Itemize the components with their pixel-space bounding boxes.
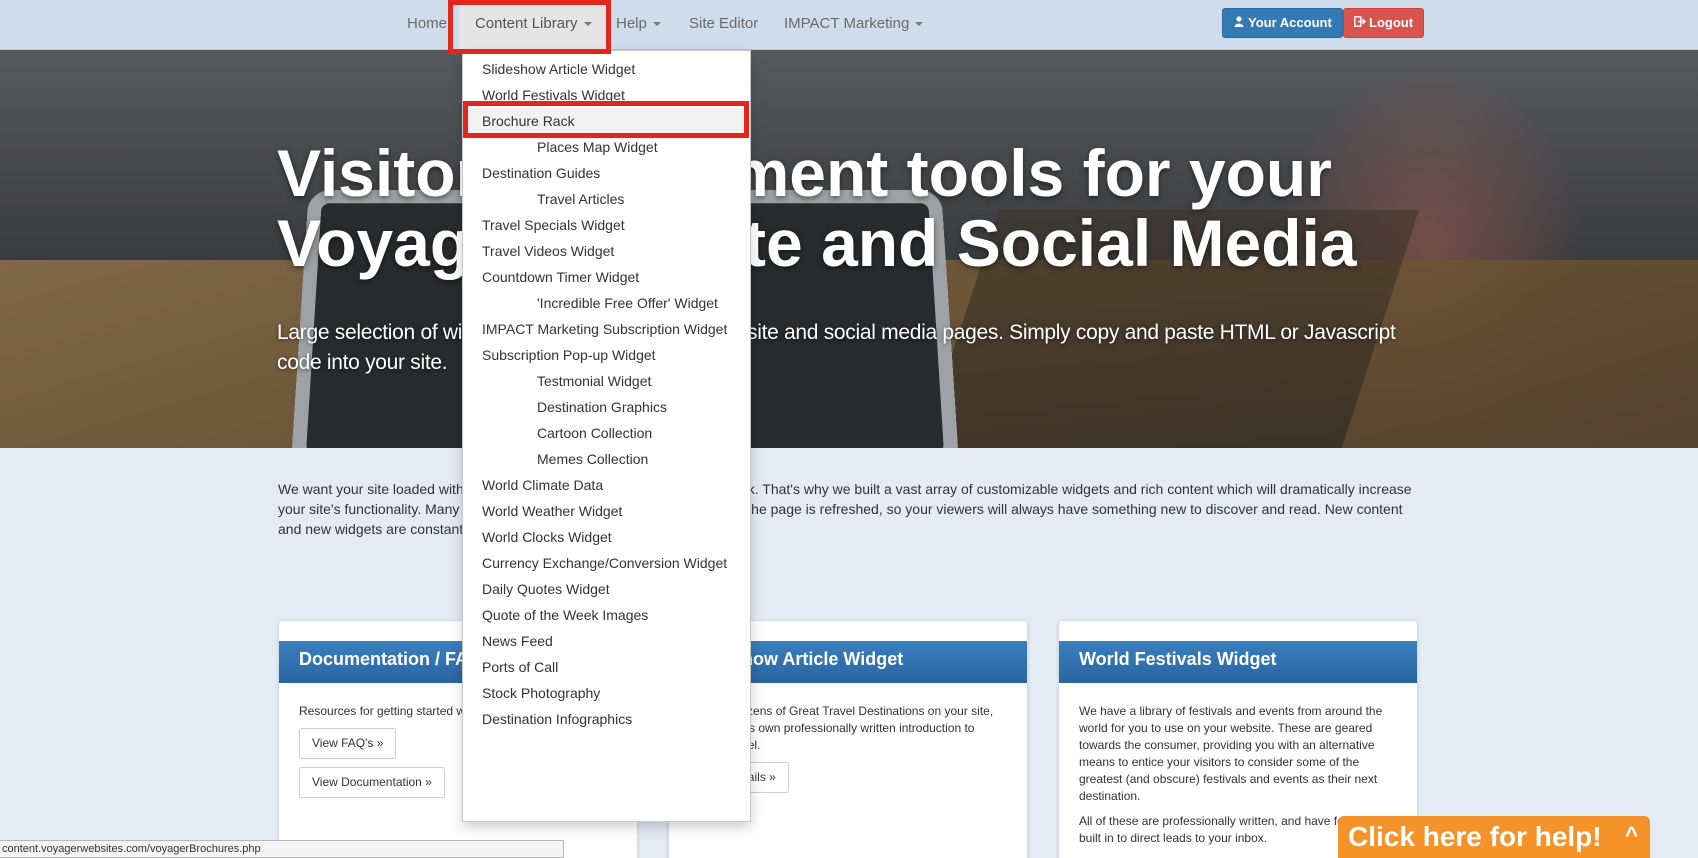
content-library-dropdown: Slideshow Article Widget World Festivals…	[462, 50, 751, 822]
menu-item-destination-guides[interactable]: Destination Guides	[463, 160, 750, 186]
menu-item-cartoon-collection[interactable]: Cartoon Collection	[463, 420, 750, 446]
menu-item-currency-exchange-widget[interactable]: Currency Exchange/Conversion Widget	[463, 550, 750, 576]
browser-status-url: content.voyagerwebsites.com/voyagerBroch…	[0, 840, 564, 858]
menu-item-world-climate-data[interactable]: World Climate Data	[463, 472, 750, 498]
caret-down-icon	[583, 22, 592, 27]
menu-item-subscription-popup-widget[interactable]: Subscription Pop-up Widget	[463, 342, 750, 368]
menu-item-countdown-timer-widget[interactable]: Countdown Timer Widget	[463, 264, 750, 290]
nav-impact-marketing[interactable]: IMPACT Marketing	[784, 0, 924, 50]
panel-title: World Festivals Widget	[1059, 641, 1417, 683]
view-faqs-button[interactable]: View FAQ's »	[299, 728, 397, 759]
nav-content-library[interactable]: Content Library	[459, 0, 608, 50]
help-tab-button[interactable]: Click here for help! ^	[1338, 816, 1650, 858]
menu-item-travel-specials-widget[interactable]: Travel Specials Widget	[463, 212, 750, 238]
menu-item-brochure-rack[interactable]: Brochure Rack	[463, 108, 750, 134]
logout-button[interactable]: Logout	[1343, 8, 1425, 38]
your-account-label: Your Account	[1248, 15, 1332, 30]
menu-item-ports-of-call[interactable]: Ports of Call	[463, 654, 750, 680]
menu-item-places-map-widget[interactable]: Places Map Widget	[463, 134, 750, 160]
hero-title-line1: Visitor engagement tools for your	[277, 136, 1332, 210]
nav-help-label: Help	[616, 15, 647, 32]
menu-item-world-clocks-widget[interactable]: World Clocks Widget	[463, 524, 750, 550]
menu-item-daily-quotes-widget[interactable]: Daily Quotes Widget	[463, 576, 750, 602]
menu-item-incredible-free-offer-widget[interactable]: 'Incredible Free Offer' Widget	[463, 290, 750, 316]
your-account-button[interactable]: Your Account	[1222, 8, 1343, 38]
menu-item-slideshow-article-widget[interactable]: Slideshow Article Widget	[463, 56, 750, 82]
menu-item-world-weather-widget[interactable]: World Weather Widget	[463, 498, 750, 524]
user-icon	[1233, 9, 1245, 37]
panel-text: We have a library of festivals and event…	[1079, 704, 1383, 803]
hero-banner: Visitor engagement tools for your Voyage…	[0, 50, 1698, 448]
top-navbar: Home Content Library Help Site Editor IM…	[0, 0, 1698, 50]
nav-content-library-label: Content Library	[475, 15, 578, 32]
nav-impact-marketing-label: IMPACT Marketing	[784, 15, 910, 32]
menu-item-destination-infographics[interactable]: Destination Infographics	[463, 706, 750, 732]
menu-item-world-festivals-widget[interactable]: World Festivals Widget	[463, 82, 750, 108]
nav-help[interactable]: Help	[616, 0, 661, 50]
hero-subtitle: Large selection of widgets and content f…	[277, 321, 1396, 374]
menu-item-travel-videos-widget[interactable]: Travel Videos Widget	[463, 238, 750, 264]
menu-item-news-feed[interactable]: News Feed	[463, 628, 750, 654]
menu-item-impact-marketing-subscription-widget[interactable]: IMPACT Marketing Subscription Widget	[463, 316, 750, 342]
intro-paragraph: We want your site loaded with rich conte…	[278, 481, 1412, 537]
menu-item-travel-articles[interactable]: Travel Articles	[463, 186, 750, 212]
menu-item-testimonial-widget[interactable]: Testmonial Widget	[463, 368, 750, 394]
menu-item-quote-of-the-week-images[interactable]: Quote of the Week Images	[463, 602, 750, 628]
hero-title: Visitor engagement tools for your Voyage…	[277, 138, 1377, 278]
logout-label: Logout	[1369, 15, 1414, 30]
view-documentation-button[interactable]: View Documentation »	[299, 767, 445, 798]
menu-item-destination-graphics[interactable]: Destination Graphics	[463, 394, 750, 420]
chevron-up-icon: ^	[1625, 822, 1638, 847]
caret-down-icon	[915, 22, 924, 27]
caret-down-icon	[652, 22, 661, 27]
nav-home[interactable]: Home	[407, 0, 447, 50]
menu-item-memes-collection[interactable]: Memes Collection	[463, 446, 750, 472]
logout-icon	[1354, 9, 1366, 37]
nav-site-editor[interactable]: Site Editor	[689, 0, 758, 50]
hero-title-line2: Voyager Website and Social Media	[277, 206, 1357, 280]
help-tab-label: Click here for help!	[1348, 821, 1602, 852]
menu-item-stock-photography[interactable]: Stock Photography	[463, 680, 750, 706]
